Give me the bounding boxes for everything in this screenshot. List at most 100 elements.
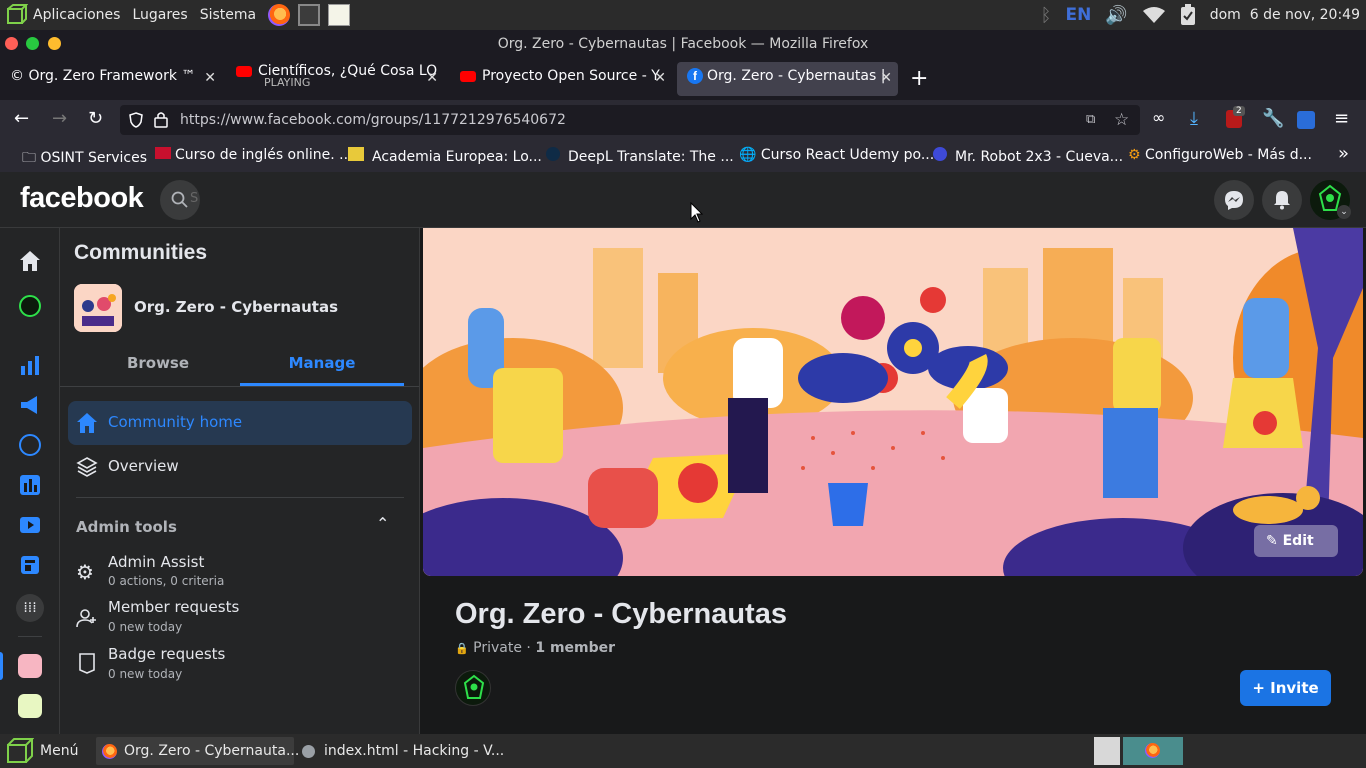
back-arrow-icon[interactable]: ← — [14, 108, 29, 129]
new-tab-icon[interactable]: + — [910, 66, 928, 91]
member-count[interactable]: 1 member — [535, 640, 615, 656]
workspace-1-icon[interactable] — [1094, 737, 1120, 765]
analytics-icon[interactable] — [19, 474, 41, 496]
video-play-icon[interactable] — [19, 514, 41, 536]
volume-icon[interactable]: 🔊 — [1105, 5, 1127, 26]
incognito-mask-icon[interactable]: ∞ — [1152, 108, 1165, 127]
close-tab-icon[interactable]: ✕ — [654, 70, 666, 86]
text-editor-launcher-icon[interactable] — [328, 4, 351, 26]
admin-item-member-requests[interactable]: Member requests 0 new today — [68, 595, 412, 639]
wrench-icon[interactable]: 🔧 — [1262, 108, 1284, 129]
privacy-label[interactable]: Private — [473, 640, 522, 656]
hamburger-menu-icon[interactable]: ≡ — [1334, 108, 1349, 129]
pencil-icon: ✎ — [1266, 533, 1278, 549]
edit-cover-button[interactable]: ✎ Edit — [1254, 525, 1338, 557]
tab-proyecto-open-source[interactable]: Proyecto Open Source - Y ✕ — [450, 62, 672, 96]
battery-icon[interactable] — [1180, 4, 1196, 26]
close-tab-icon[interactable]: ✕ — [426, 70, 438, 86]
keyboard-layout-indicator[interactable]: EN — [1065, 5, 1091, 25]
workspace-2-icon[interactable] — [1123, 737, 1183, 765]
notifications-button[interactable] — [1262, 180, 1302, 220]
lock-icon[interactable] — [154, 111, 168, 128]
start-menu-button[interactable]: Menú — [4, 737, 78, 765]
gear-robot-icon: ⚙ — [76, 560, 94, 584]
messenger-button[interactable] — [1214, 180, 1254, 220]
bookmark-academia-europea[interactable]: Academia Europea: Lo... — [348, 147, 542, 165]
translate-page-icon[interactable]: ⧉ — [1086, 105, 1095, 135]
tab-browse[interactable]: Browse — [74, 348, 242, 386]
admin-item-badge-requests[interactable]: Badge requests 0 new today — [68, 642, 412, 686]
tab-org-zero-cybernautas[interactable]: f Org. Zero - Cybernautas | ✕ — [677, 62, 898, 96]
taskbar-item-firefox[interactable]: Org. Zero - Cybernauta... — [96, 737, 299, 765]
admin-tools-toggle[interactable]: Admin tools ⌃ — [68, 510, 412, 546]
translator-extension-icon[interactable] — [1297, 111, 1315, 129]
tab-manage[interactable]: Manage — [240, 348, 404, 386]
search-button[interactable]: S — [160, 180, 200, 220]
facebook-logo[interactable]: facebook — [20, 182, 144, 215]
apps-grid-icon[interactable]: ⁞⁞⁞ — [16, 594, 44, 622]
page-icon[interactable] — [19, 554, 41, 576]
tracking-shield-icon[interactable] — [128, 112, 144, 128]
close-tab-icon[interactable]: ✕ — [204, 70, 216, 86]
admin-item-title: Member requests — [108, 598, 240, 616]
admin-item-subtitle: 0 new today — [108, 620, 183, 634]
bookmark-label: OSINT Services — [40, 150, 147, 166]
admin-tools-label: Admin tools — [76, 518, 177, 536]
cover-illustration — [423, 228, 1363, 576]
mouse-cursor-icon — [690, 202, 704, 223]
minimize-window-icon[interactable] — [48, 37, 61, 50]
community-thumb-icon[interactable] — [18, 654, 42, 678]
member-avatar[interactable] — [455, 670, 491, 706]
url-bar[interactable]: https://www.facebook.com/groups/11772129… — [120, 105, 1140, 135]
chevron-down-icon[interactable]: ⌄ — [1337, 205, 1351, 219]
menu-lugares[interactable]: Lugares — [132, 7, 187, 23]
terminal-launcher-icon[interactable] — [298, 4, 321, 26]
bookmark-osint[interactable]: 🗀 OSINT Services — [22, 147, 147, 171]
firefox-launcher-icon[interactable] — [268, 4, 291, 26]
menu-sistema[interactable]: Sistema — [200, 7, 256, 23]
automation-icon[interactable] — [19, 434, 41, 456]
taskbar-item-vscode[interactable]: index.html - Hacking - V... — [296, 737, 506, 765]
bookmark-curso-react[interactable]: 🌐 Curso React Udemy po... — [739, 147, 934, 163]
more-bookmarks-chevron-icon[interactable]: » — [1338, 143, 1349, 164]
firefox-icon — [1145, 743, 1160, 758]
downloads-icon[interactable]: ⤓ — [1190, 108, 1198, 129]
insights-bar-chart-icon[interactable] — [19, 354, 41, 376]
megaphone-icon[interactable] — [19, 394, 41, 416]
close-tab-icon[interactable]: ✕ — [880, 70, 892, 86]
facebook-header: facebook S ⌄ — [0, 172, 1366, 228]
lock-icon: 🔒 — [455, 642, 469, 655]
bookmark-curso-ingles[interactable]: Curso de inglés online. ... — [155, 147, 353, 163]
tab-label: © Org. Zero Framework ™ — [10, 68, 196, 84]
nav-community-home[interactable]: Community home — [68, 401, 412, 445]
home-icon[interactable] — [19, 250, 41, 272]
bookmark-deepl[interactable]: DeepL Translate: The ... — [546, 147, 734, 165]
clock[interactable]: dom 6 de nov, 20:49 — [1210, 7, 1360, 23]
forward-arrow-icon[interactable]: → — [52, 108, 67, 129]
bookmark-mr-robot[interactable]: Mr. Robot 2x3 - Cueva... — [933, 147, 1123, 165]
bookmark-configuroweb[interactable]: ⚙ ConfiguroWeb - Más d... — [1128, 147, 1312, 163]
nav-overview[interactable]: Overview — [68, 445, 412, 489]
group-avatar-icon[interactable] — [19, 295, 41, 317]
group-name-link[interactable]: Org. Zero - Cybernautas — [134, 298, 338, 316]
close-window-icon[interactable] — [5, 37, 18, 50]
community-thumb-2-icon[interactable] — [18, 694, 42, 718]
cueva-icon — [933, 147, 947, 161]
maximize-window-icon[interactable] — [26, 37, 39, 50]
edit-label: Edit — [1282, 533, 1314, 549]
bluetooth-icon[interactable]: ᛒ — [1041, 5, 1052, 26]
tab-strip: © Org. Zero Framework ™ ✕ Científicos, ¿… — [0, 58, 1366, 100]
reload-icon[interactable]: ↻ — [88, 108, 103, 129]
tab-cientificos[interactable]: Científicos, ¿Qué Cosa LO PLAYING ✕ — [226, 62, 444, 96]
invite-button[interactable]: + Invite — [1240, 670, 1331, 706]
add-person-icon — [76, 609, 96, 628]
wifi-icon[interactable] — [1142, 6, 1166, 24]
admin-item-admin-assist[interactable]: ⚙ Admin Assist 0 actions, 0 criteria — [68, 550, 412, 594]
tab-org-zero-framework[interactable]: © Org. Zero Framework ™ ✕ — [0, 62, 222, 96]
debian-menu-icon[interactable] — [6, 4, 28, 26]
left-icon-rail: ⁞⁞⁞ — [0, 228, 60, 734]
section-divider — [76, 497, 404, 498]
menu-aplicaciones[interactable]: Aplicaciones — [33, 7, 120, 23]
group-thumbnail[interactable] — [74, 284, 122, 332]
bookmark-star-icon[interactable]: ☆ — [1114, 105, 1129, 135]
